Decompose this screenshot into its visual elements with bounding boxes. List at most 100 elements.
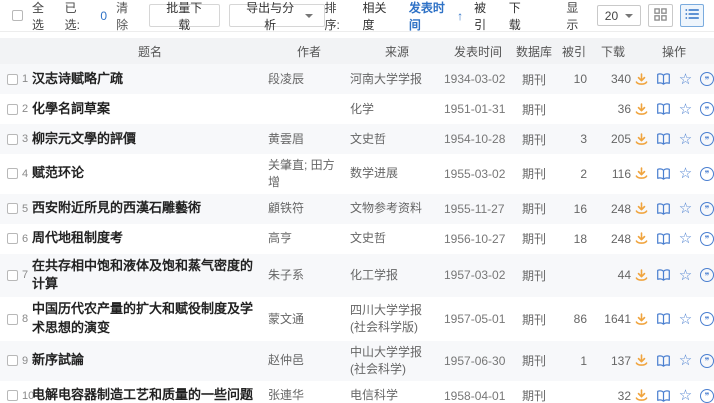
paper-title-link[interactable]: 西安附近所見的西漢石雕藝術 xyxy=(32,200,201,215)
author-cell[interactable]: 朱子系 xyxy=(268,267,350,284)
read-book-icon[interactable] xyxy=(656,132,671,147)
read-book-icon[interactable] xyxy=(656,102,671,117)
favorite-star-icon[interactable]: ☆ xyxy=(678,72,693,87)
batch-download-button[interactable]: 批量下载 xyxy=(148,1,220,32)
source-cell[interactable]: 电信科学 xyxy=(350,387,444,403)
paper-title-link[interactable]: 中国历代农产量的扩大和赋役制度及学术思想的演变 xyxy=(32,301,253,335)
cite-quote-icon[interactable]: ❞ xyxy=(700,132,714,146)
paper-title-link[interactable]: 汉志诗赋略广疏 xyxy=(32,71,123,86)
download-icon[interactable] xyxy=(634,102,649,117)
cite-quote-icon[interactable]: ❞ xyxy=(700,72,714,86)
read-book-icon[interactable] xyxy=(656,231,671,246)
cited-count[interactable]: 16 xyxy=(556,202,592,216)
operations-cell: ☆ ❞ xyxy=(634,201,714,216)
sort-option-relevance[interactable]: 相关度 xyxy=(362,0,397,33)
favorite-star-icon[interactable]: ☆ xyxy=(678,312,693,327)
sort-option-download[interactable]: 下载 xyxy=(509,0,533,33)
author-cell[interactable]: 黄雲眉 xyxy=(268,131,350,148)
list-view-button[interactable] xyxy=(679,4,704,27)
row-checkbox[interactable] xyxy=(7,203,18,215)
paper-title-link[interactable]: 柳宗元文學的評價 xyxy=(32,131,136,146)
row-checkbox[interactable] xyxy=(7,133,18,145)
row-checkbox[interactable] xyxy=(7,73,18,85)
favorite-star-icon[interactable]: ☆ xyxy=(678,353,693,368)
cite-quote-icon[interactable]: ❞ xyxy=(700,102,714,116)
read-book-icon[interactable] xyxy=(656,268,671,283)
row-checkbox[interactable] xyxy=(7,103,18,115)
cite-quote-icon[interactable]: ❞ xyxy=(700,388,714,403)
row-checkbox[interactable] xyxy=(7,355,18,367)
cited-count[interactable]: 3 xyxy=(556,132,592,146)
download-icon[interactable] xyxy=(634,388,649,403)
download-icon[interactable] xyxy=(634,72,649,87)
favorite-star-icon[interactable]: ☆ xyxy=(678,166,693,181)
cited-count[interactable]: 2 xyxy=(556,167,592,181)
cited-count[interactable]: 86 xyxy=(556,312,592,326)
read-book-icon[interactable] xyxy=(656,72,671,87)
favorite-star-icon[interactable]: ☆ xyxy=(678,388,693,403)
source-cell[interactable]: 四川大学学报(社会科学版) xyxy=(350,302,444,336)
favorite-star-icon[interactable]: ☆ xyxy=(678,102,693,117)
row-checkbox[interactable] xyxy=(7,168,18,180)
favorite-star-icon[interactable]: ☆ xyxy=(678,201,693,216)
favorite-star-icon[interactable]: ☆ xyxy=(678,268,693,283)
author-cell[interactable]: 关肇直; 田方增 xyxy=(268,157,350,191)
cite-quote-icon[interactable]: ❞ xyxy=(700,166,714,181)
favorite-star-icon[interactable]: ☆ xyxy=(678,231,693,246)
paper-title-link[interactable]: 赋范环论 xyxy=(32,165,84,180)
source-cell[interactable]: 河南大学学报 xyxy=(350,71,444,88)
row-checkbox[interactable] xyxy=(7,390,18,402)
select-all-checkbox[interactable] xyxy=(12,10,23,21)
paper-title-link[interactable]: 在共存相中饱和液体及饱和蒸气密度的计算 xyxy=(32,258,253,292)
cited-count[interactable]: 18 xyxy=(556,232,592,246)
source-cell[interactable]: 文史哲 xyxy=(350,131,444,148)
source-cell[interactable]: 中山大学学报(社会科学) xyxy=(350,344,444,378)
page-size-select[interactable]: 20 xyxy=(596,5,642,26)
select-all-label[interactable]: 全选 xyxy=(32,0,56,33)
source-cell[interactable]: 文物参考资料 xyxy=(350,200,444,217)
sort-option-cited[interactable]: 被引 xyxy=(474,0,498,33)
paper-title-link[interactable]: 化學名詞草案 xyxy=(32,101,110,116)
source-cell[interactable]: 文史哲 xyxy=(350,230,444,247)
source-cell[interactable]: 数学进展 xyxy=(350,165,444,182)
cited-count[interactable]: 1 xyxy=(556,354,592,368)
cite-quote-icon[interactable]: ❞ xyxy=(700,231,714,246)
paper-title-link[interactable]: 周代地租制度考 xyxy=(32,230,123,245)
row-checkbox[interactable] xyxy=(7,233,18,245)
source-cell[interactable]: 化工学报 xyxy=(350,267,444,284)
author-cell[interactable]: 蒙文通 xyxy=(268,311,350,328)
author-cell[interactable]: 赵仲邑 xyxy=(268,352,350,369)
cite-quote-icon[interactable]: ❞ xyxy=(700,312,714,327)
read-book-icon[interactable] xyxy=(656,166,671,181)
read-book-icon[interactable] xyxy=(656,388,671,403)
cited-count[interactable]: 10 xyxy=(556,72,592,86)
download-icon[interactable] xyxy=(634,166,649,181)
author-cell[interactable]: 高亨 xyxy=(268,230,350,247)
paper-title-link[interactable]: 新序試論 xyxy=(32,352,84,367)
download-icon[interactable] xyxy=(634,132,649,147)
cite-quote-icon[interactable]: ❞ xyxy=(700,268,714,283)
table-row: 9 新序試論 赵仲邑 中山大学学报(社会科学) 1957-06-30 期刊 1 … xyxy=(0,340,714,381)
download-icon[interactable] xyxy=(634,268,649,283)
author-cell[interactable]: 顧铁符 xyxy=(268,200,350,217)
grid-view-button[interactable] xyxy=(648,4,673,27)
read-book-icon[interactable] xyxy=(656,312,671,327)
paper-title-link[interactable]: 电解电容器制造工艺和质量的一些问题 xyxy=(32,387,253,402)
cite-quote-icon[interactable]: ❞ xyxy=(700,353,714,368)
download-icon[interactable] xyxy=(634,312,649,327)
read-book-icon[interactable] xyxy=(656,201,671,216)
download-icon[interactable] xyxy=(634,201,649,216)
author-cell[interactable]: 张連华 xyxy=(268,387,350,403)
read-book-icon[interactable] xyxy=(656,353,671,368)
download-icon[interactable] xyxy=(634,231,649,246)
sort-option-publish-date[interactable]: 发表时间 ↑ xyxy=(409,0,463,33)
export-analyze-button[interactable]: 导出与分析 xyxy=(228,1,325,32)
author-cell[interactable]: 段凌辰 xyxy=(268,71,350,88)
download-icon[interactable] xyxy=(634,353,649,368)
cite-quote-icon[interactable]: ❞ xyxy=(700,201,714,216)
clear-selection-link[interactable]: 清除 xyxy=(116,0,140,33)
row-checkbox[interactable] xyxy=(7,313,18,325)
source-cell[interactable]: 化学 xyxy=(350,101,444,118)
favorite-star-icon[interactable]: ☆ xyxy=(678,132,693,147)
row-checkbox[interactable] xyxy=(7,269,18,281)
